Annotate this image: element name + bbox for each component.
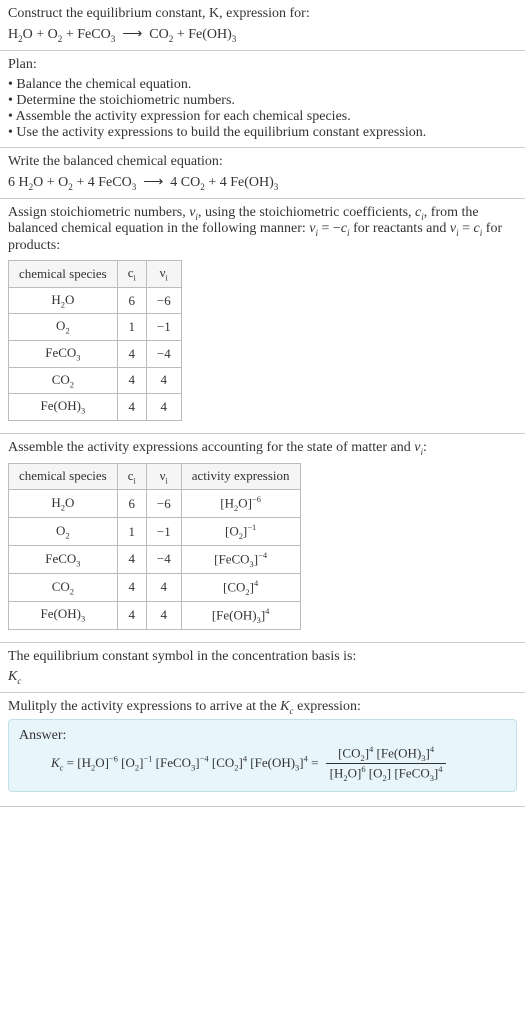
balanced-equation: 6 H2O + O2 + 4 FeCO3 ⟶ 4 CO2 + 4 Fe(OH)3 [8, 174, 517, 192]
col-vi: νi [146, 261, 181, 288]
plan-item: Assemble the activity expression for eac… [8, 109, 517, 125]
balanced-section: Write the balanced chemical equation: 6 … [0, 148, 525, 199]
stoichiometric-section: Assign stoichiometric numbers, νi, using… [0, 199, 525, 434]
table-row: H2O6−6 [9, 287, 182, 314]
table-row: FeCO34−4 [9, 340, 182, 367]
col-species: chemical species [9, 463, 118, 490]
prompt-equation: H2O + O2 + FeCO3 ⟶ CO2 + Fe(OH)3 [8, 26, 517, 44]
plan-section: Plan: Balance the chemical equation. Det… [0, 51, 525, 148]
activity-text: Assemble the activity expressions accoun… [8, 440, 517, 457]
answer-fraction: [CO2]4 [Fe(OH)3]4 [H2O]6 [O2] [FeCO3]4 [326, 744, 447, 783]
answer-lhs: Kc = [H2O]−6 [O2]−1 [FeCO3]−4 [CO2]4 [Fe… [51, 755, 318, 770]
answer-equation: Kc = [H2O]−6 [O2]−1 [FeCO3]−4 [CO2]4 [Fe… [51, 744, 450, 783]
plan-item: Use the activity expressions to build th… [8, 125, 517, 141]
col-vi: νi [146, 463, 181, 490]
result-section: Mulitply the activity expressions to arr… [0, 693, 525, 808]
table-row: FeCO34−4[FeCO3]−4 [9, 545, 301, 573]
answer-label: Answer: [19, 728, 506, 744]
col-ci: ci [117, 463, 146, 490]
balanced-heading: Write the balanced chemical equation: [8, 154, 517, 170]
col-ci: ci [117, 261, 146, 288]
table-row: Fe(OH)344[Fe(OH)3]4 [9, 601, 301, 629]
activity-section: Assemble the activity expressions accoun… [0, 434, 525, 643]
symbol-value: Kc [8, 669, 517, 686]
stoich-text: Assign stoichiometric numbers, νi, using… [8, 205, 517, 255]
table-row: CO244[CO2]4 [9, 573, 301, 601]
plan-item: Determine the stoichiometric numbers. [8, 93, 517, 109]
col-activity: activity expression [181, 463, 300, 490]
multiply-text: Mulitply the activity expressions to arr… [8, 699, 517, 716]
table-row: O21−1[O2]−1 [9, 518, 301, 546]
table-row: CO244 [9, 367, 182, 394]
symbol-text: The equilibrium constant symbol in the c… [8, 649, 517, 665]
table-row: O21−1 [9, 314, 182, 341]
answer-box: Answer: Kc = [H2O]−6 [O2]−1 [FeCO3]−4 [C… [8, 719, 517, 792]
col-species: chemical species [9, 261, 118, 288]
table-header-row: chemical species ci νi [9, 261, 182, 288]
plan-heading: Plan: [8, 57, 517, 73]
table-row: Fe(OH)344 [9, 394, 182, 421]
activity-table: chemical species ci νi activity expressi… [8, 463, 301, 630]
plan-list: Balance the chemical equation. Determine… [8, 77, 517, 141]
table-header-row: chemical species ci νi activity expressi… [9, 463, 301, 490]
fraction-numerator: [CO2]4 [Fe(OH)3]4 [326, 744, 447, 764]
stoich-table: chemical species ci νi H2O6−6 O21−1 FeCO… [8, 260, 182, 421]
plan-item: Balance the chemical equation. [8, 77, 517, 93]
fraction-denominator: [H2O]6 [O2] [FeCO3]4 [326, 764, 447, 783]
table-row: H2O6−6[H2O]−6 [9, 490, 301, 518]
symbol-section: The equilibrium constant symbol in the c… [0, 643, 525, 693]
prompt-text: Construct the equilibrium constant, K, e… [8, 6, 517, 22]
prompt-section: Construct the equilibrium constant, K, e… [0, 0, 525, 51]
